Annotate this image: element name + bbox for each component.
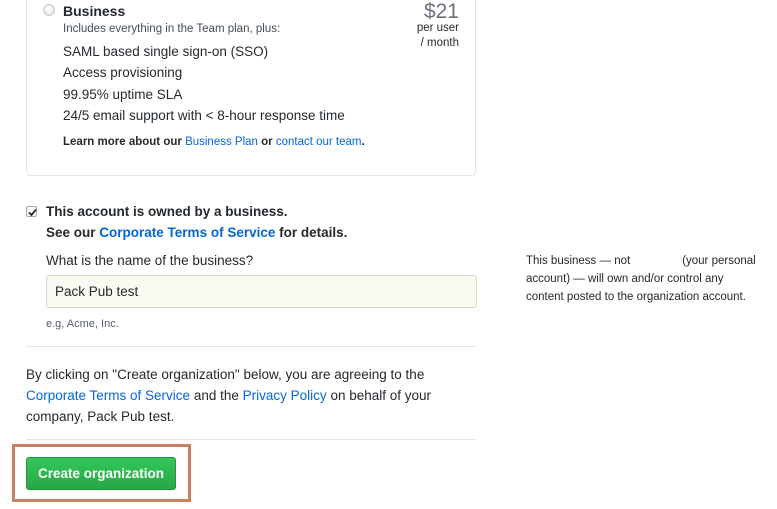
plan-subtitle: Includes everything in the Team plan, pl… [63,23,281,35]
terms-line: See our Corporate Terms of Service for d… [46,225,347,240]
business-name-question: What is the name of the business? [46,253,254,268]
note-line-3: content posted to the organization accou… [526,291,746,303]
privacy-policy-link[interactable]: Privacy Policy [243,388,327,403]
business-name-hint: e.g, Acme, Inc. [46,318,119,330]
learn-more-text: Learn more about our Business Plan or co… [63,136,365,148]
business-owned-checkbox[interactable] [26,206,37,217]
price-per-user: per user [416,22,459,34]
corporate-terms-link[interactable]: Corporate Terms of Service [99,225,275,240]
or-text: or [261,136,273,148]
divider [26,346,476,347]
plan-feature: SAML based single sign-on (SSO) [63,44,269,59]
business-owned-label: This account is owned by a business. [46,204,288,219]
plan-feature: 99.95% uptime SLA [63,87,183,102]
ownership-note: This business — not (your personal accoun… [526,252,771,306]
business-plan-link[interactable]: Business Plan [185,136,258,148]
agreement-and-the: and the [193,388,239,403]
terms-prefix: See our [46,225,96,240]
contact-team-link[interactable]: contact our team [276,136,362,148]
agreement-terms-link[interactable]: Corporate Terms of Service [26,388,190,403]
agreement-part-1: By clicking on "Create organization" bel… [26,367,425,382]
note-line-1b: (your personal [682,255,756,267]
note-line-2: account) — will own and/or control any [526,273,724,285]
price-per-month: / month [420,37,459,49]
check-icon [28,208,37,217]
terms-suffix: for details. [279,225,348,240]
note-line-1a: This business — not [526,255,631,267]
business-name-input[interactable] [46,275,477,308]
plan-feature: 24/5 email support with < 8-hour respons… [63,108,345,123]
plan-feature: Access provisioning [63,65,183,80]
agreement-text: By clicking on "Create organization" bel… [26,364,466,427]
plan-price: $21 [423,0,459,23]
business-plan-radio[interactable] [43,4,55,16]
period: . [361,136,365,148]
learn-more-prefix: Learn more about our [63,136,182,148]
create-organization-button[interactable]: Create organization [26,457,176,490]
plan-name: Business [63,3,126,19]
divider [26,439,476,440]
